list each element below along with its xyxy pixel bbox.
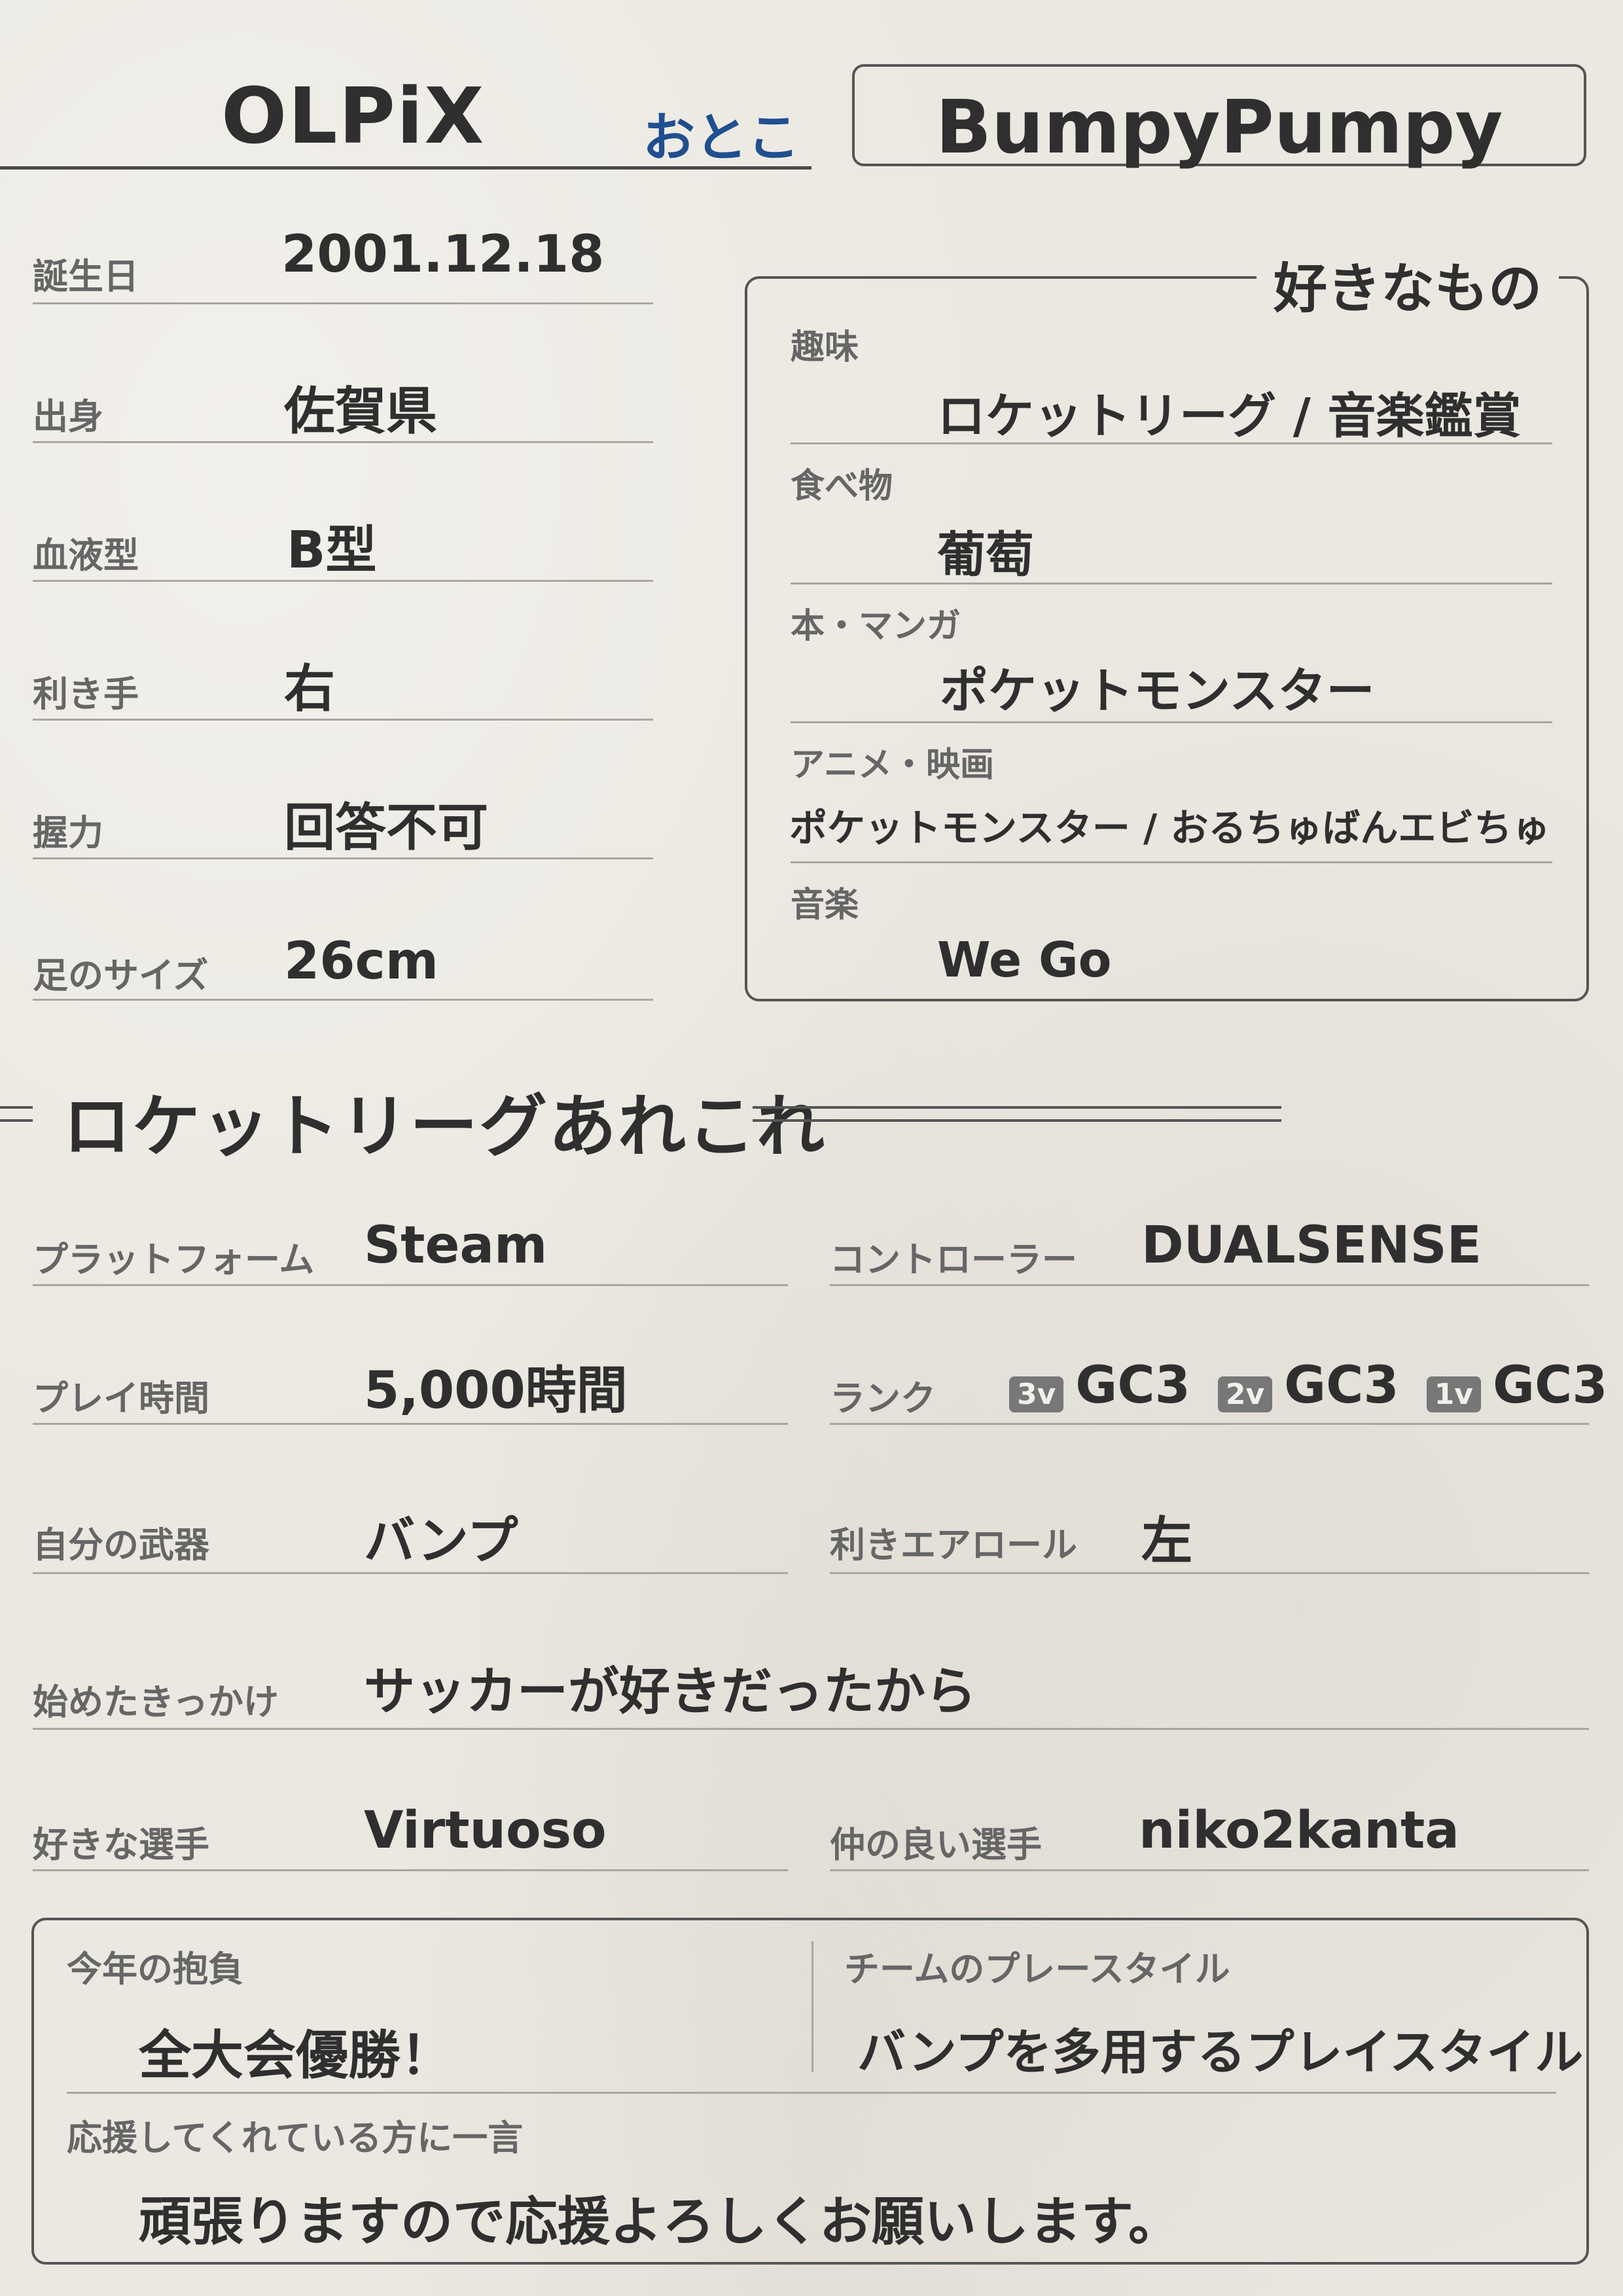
- playtime-label: プレイ時間: [33, 1378, 209, 1419]
- platform-label: プラットフォーム: [33, 1239, 315, 1280]
- hobby-value: ロケットリーグ / 音楽鑑賞: [937, 388, 1522, 444]
- row-divider: [791, 442, 1552, 444]
- rank-value: GC3: [1284, 1356, 1399, 1415]
- rank-label: ランク: [830, 1378, 936, 1419]
- controller-value: DUALSENSE: [1141, 1216, 1482, 1275]
- reason-label: 始めたきっかけ: [33, 1681, 279, 1723]
- row-divider: [791, 721, 1552, 723]
- team-style-value: バンプを多用するプレイスタイル: [857, 2024, 1584, 2081]
- box-divider: [812, 1941, 813, 2072]
- rank-mode-badge: 2v: [1217, 1376, 1273, 1412]
- rank-list: 3v GC3 2v GC3 1v GC3: [1009, 1356, 1608, 1418]
- dominant-hand-value: 右: [284, 660, 336, 719]
- team-underline: [0, 166, 812, 170]
- section-rule-right: [753, 1106, 1281, 1109]
- rank-mode-badge: 1v: [1426, 1376, 1481, 1412]
- row-divider: [791, 583, 1552, 584]
- reason-value: サッカーが好きだったから: [364, 1662, 977, 1721]
- team-style-label: チームのプレースタイル: [844, 1948, 1230, 1990]
- message-label: 応援してくれている方に一言: [67, 2117, 524, 2159]
- controller-label: コントローラー: [830, 1239, 1077, 1280]
- weapon-label: 自分の武器: [33, 1524, 209, 1566]
- anime-movie-label: アニメ・映画: [791, 745, 994, 785]
- close-friend-value: niko2kanta: [1139, 1801, 1459, 1860]
- hometown-label: 出身: [33, 396, 103, 437]
- food-label: 食べ物: [791, 467, 893, 506]
- goal-value: 全大会優勝！: [139, 2025, 453, 2086]
- row-divider: [830, 1284, 1589, 1286]
- row-divider: [33, 441, 653, 443]
- hobby-label: 趣味: [791, 328, 859, 367]
- favorites-title: 好きなもの: [1257, 245, 1560, 323]
- row-divider: [830, 1423, 1589, 1425]
- row-divider: [33, 580, 653, 582]
- row-divider: [33, 1423, 788, 1425]
- row-divider: [33, 999, 653, 1001]
- row-divider: [33, 857, 653, 859]
- book-manga-value: ポケットモンスター: [940, 663, 1375, 719]
- row-divider: [830, 1869, 1589, 1871]
- foot-size-value: 26cm: [284, 932, 439, 991]
- rank-value: GC3: [1075, 1356, 1190, 1415]
- row-divider: [830, 1572, 1589, 1574]
- row-divider: [33, 1869, 788, 1871]
- message-value: 頑張りますので応援よろしくお願いします。: [139, 2191, 1181, 2252]
- birthday-value: 2001.12.18: [281, 225, 605, 284]
- air-roll-value: 左: [1141, 1512, 1193, 1571]
- section-rule-left: [0, 1119, 33, 1122]
- weapon-value: バンプ: [364, 1512, 518, 1571]
- goal-label: 今年の抱負: [67, 1948, 243, 1990]
- row-divider: [791, 861, 1552, 863]
- dominant-hand-label: 利き手: [33, 673, 139, 715]
- row-divider: [33, 1728, 1589, 1730]
- rank-value: GC3: [1492, 1356, 1608, 1415]
- anime-movie-value: ポケットモンスター / おるちゅばんエビちゅ: [789, 806, 1550, 850]
- rank-mode-badge: 3v: [1009, 1376, 1064, 1412]
- birthday-label: 誕生日: [33, 256, 139, 297]
- section-rule-left: [0, 1106, 33, 1109]
- section-title: ロケットリーグあれこれ: [63, 1086, 827, 1166]
- team-name: OLPiX: [221, 71, 486, 161]
- platform-value: Steam: [364, 1216, 548, 1275]
- favorite-player-value: Virtuoso: [364, 1801, 607, 1860]
- book-manga-label: 本・マンガ: [791, 607, 961, 646]
- row-divider: [33, 719, 653, 721]
- close-friend-label: 仲の良い選手: [830, 1824, 1042, 1865]
- row-divider: [33, 1572, 788, 1574]
- playtime-value: 5,000時間: [364, 1361, 628, 1420]
- grip-strength-label: 握力: [33, 812, 103, 853]
- row-divider: [33, 302, 653, 304]
- row-divider: [67, 2092, 1556, 2094]
- air-roll-label: 利きエアロール: [830, 1524, 1077, 1566]
- row-divider: [33, 1284, 788, 1286]
- music-label: 音楽: [791, 886, 859, 925]
- gender-label: おとこ: [643, 107, 800, 168]
- food-value: 葡萄: [937, 527, 1034, 583]
- hometown-value: 佐賀県: [284, 382, 438, 441]
- foot-size-label: 足のサイズ: [33, 955, 209, 996]
- section-rule-right: [753, 1119, 1281, 1122]
- grip-strength-value: 回答不可: [284, 798, 489, 857]
- music-value: We Go: [937, 932, 1112, 988]
- blood-type-value: B型: [287, 521, 377, 580]
- favorite-player-label: 好きな選手: [33, 1824, 209, 1865]
- player-name: BumpyPumpy: [935, 85, 1503, 170]
- blood-type-label: 血液型: [33, 535, 139, 576]
